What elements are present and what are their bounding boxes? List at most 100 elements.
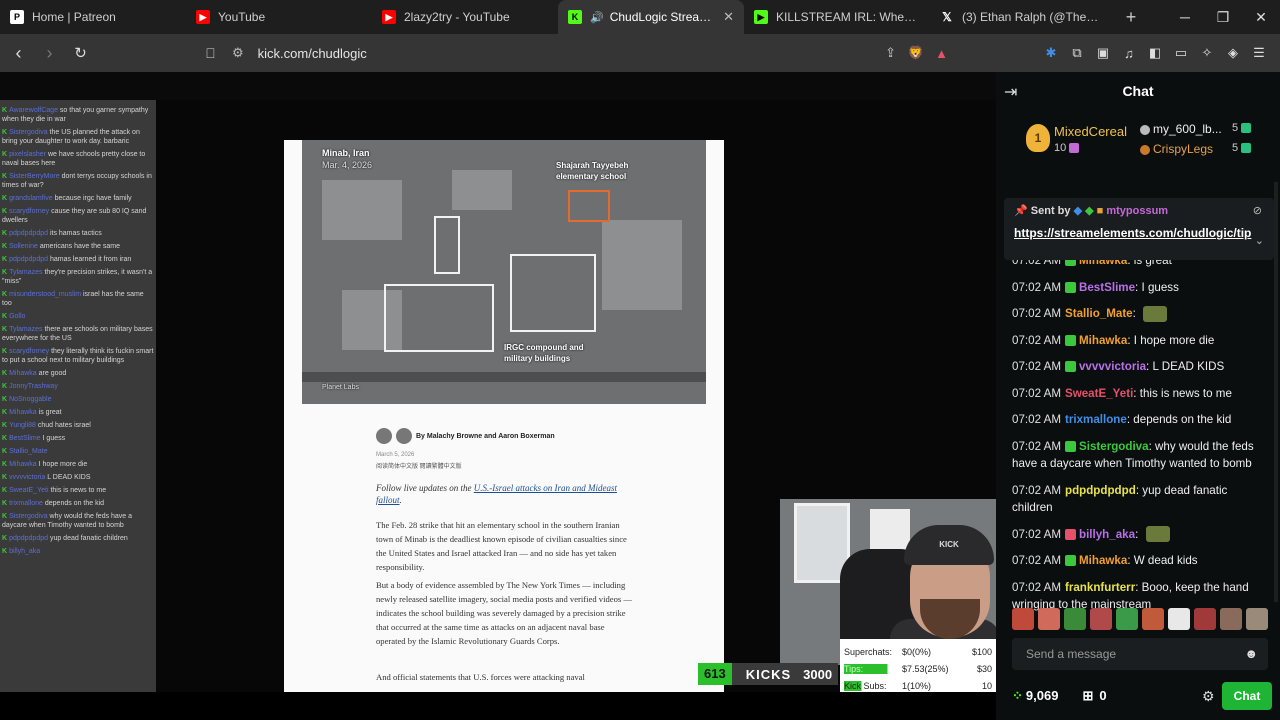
leader-third-name[interactable]: CrispyLegs xyxy=(1140,142,1213,156)
message-username[interactable]: Mihawka xyxy=(1079,334,1127,347)
message-username[interactable]: billyh_aka xyxy=(1079,528,1135,541)
chevron-down-icon[interactable]: ⌄ xyxy=(1255,234,1264,247)
collapse-chat-icon[interactable]: ⇥ xyxy=(1004,82,1017,102)
emote[interactable] xyxy=(1168,608,1190,630)
overlay-chat-user: pdpdpdpdpd xyxy=(9,230,48,237)
site-settings-icon[interactable]: ⚙ xyxy=(232,45,244,61)
minimize-icon[interactable]: ─ xyxy=(1166,0,1204,34)
chat-message: 07:02 AM Stallio_Mate: xyxy=(996,305,1280,323)
share-icon[interactable]: ⇪ xyxy=(885,45,896,61)
third-place-icon xyxy=(1140,144,1150,155)
chat-panel: ⇥ Chat 1 MixedCereal 10 my_600_lb... Cri… xyxy=(996,72,1280,720)
wallet-icon[interactable]: ▭ xyxy=(1172,45,1190,61)
gift-icon xyxy=(1241,143,1252,154)
message-username[interactable]: trixmallone xyxy=(1065,413,1127,426)
tab-2lazy2try[interactable]: ▶ 2lazy2try - YouTube xyxy=(372,0,558,34)
message-username[interactable]: Mihawka xyxy=(1079,554,1127,567)
emoji-icon[interactable]: ☻ xyxy=(1244,646,1258,661)
back-icon[interactable]: ‹ xyxy=(6,43,31,64)
close-window-icon[interactable]: ✕ xyxy=(1242,0,1280,34)
emote[interactable] xyxy=(1220,608,1242,630)
overlay-chat-line: Kscarydforney they literally think its f… xyxy=(2,347,154,365)
brave-rewards-icon[interactable]: ▲ xyxy=(935,46,948,61)
reload-icon[interactable]: ↻ xyxy=(68,44,93,62)
byline-text: By Malachy Browne and Aaron Boxerman xyxy=(416,432,555,440)
vpn-icon[interactable]: ◈ xyxy=(1224,45,1242,61)
emote[interactable] xyxy=(1142,608,1164,630)
overlay-chat-user: NoSnoggable xyxy=(9,396,52,403)
menu-icon[interactable]: ☰ xyxy=(1250,45,1268,61)
emote[interactable] xyxy=(1246,608,1268,630)
message-username[interactable]: vvvvvictoria xyxy=(1079,360,1146,373)
puzzle-icon[interactable]: ⧉ xyxy=(1068,45,1086,61)
tab-youtube[interactable]: ▶ YouTube xyxy=(186,0,372,34)
tab-killstream[interactable]: ▶KILLSTREAM IRL: When Ethan M xyxy=(744,0,930,34)
tab-ethan-ralph-x[interactable]: 𝕏(3) Ethan Ralph (@TheRalphRet xyxy=(930,0,1116,34)
emote[interactable] xyxy=(1064,608,1086,630)
gift-icon: ⊞ xyxy=(1082,688,1094,703)
kick-badge-icon: K xyxy=(2,129,8,136)
tab-patreon[interactable]: P Home | Patreon xyxy=(0,0,186,34)
overlay-chat-line: K Stallio_Mate xyxy=(2,447,154,456)
label-school: Shajarah Tayyebeh elementary school xyxy=(556,161,629,181)
kick-badge-icon: K xyxy=(2,383,8,390)
overlay-chat-user: vvvvvictoria xyxy=(9,474,46,481)
forward-icon[interactable]: › xyxy=(37,43,62,64)
pinned-link[interactable]: https://streamelements.com/chudlogic/tip xyxy=(1014,225,1251,242)
gift-count[interactable]: ⊞ 0 xyxy=(1082,688,1106,704)
stream-player[interactable]: K AwarewolfCage so that you garner sympat… xyxy=(0,72,996,692)
unpin-icon[interactable]: ⊘ xyxy=(1253,204,1262,217)
new-tab-button[interactable]: + xyxy=(1116,7,1146,28)
tab-chudlogic-active[interactable]: K🔊ChudLogic Stream - Wat✕ xyxy=(558,0,744,34)
emote[interactable] xyxy=(1090,608,1112,630)
overlay-chat-line: K NoSnoggable xyxy=(2,395,154,404)
kicks-label: KICKS xyxy=(745,666,792,682)
emote[interactable] xyxy=(1012,608,1034,630)
emote[interactable] xyxy=(1038,608,1060,630)
media-icon[interactable]: ♫ xyxy=(1120,46,1138,61)
leo-icon[interactable]: ✧ xyxy=(1198,45,1216,61)
chat-settings-icon[interactable]: ⚙ xyxy=(1202,688,1215,705)
message-username[interactable]: Sistergodiva xyxy=(1079,440,1149,453)
leader-second-name[interactable]: my_600_lb... xyxy=(1140,122,1222,136)
chat-input[interactable]: Send a message ☻ xyxy=(1012,638,1268,670)
overlay-chat-line: K Tylamazes there are schools on military… xyxy=(2,325,154,343)
chat-input-placeholder: Send a message xyxy=(1026,647,1117,661)
channel-points[interactable]: ⁘ 9,069 xyxy=(1012,688,1058,704)
message-username[interactable]: pdpdpdpdpd xyxy=(1065,484,1136,497)
screenshot-icon[interactable]: ▣ xyxy=(1094,45,1112,61)
stat-row: Tips: $7.53(25%) $30 xyxy=(844,663,992,674)
overlay-chat-line: Ktrixmallone depends on the kid xyxy=(2,499,154,508)
send-chat-button[interactable]: Chat xyxy=(1222,682,1272,710)
leader-first-name[interactable]: MixedCereal xyxy=(1054,124,1127,139)
pinned-message[interactable]: 📌 Sent by ◆ ◆ ■ mtypossum https://stream… xyxy=(1004,198,1274,260)
emote[interactable] xyxy=(1194,608,1216,630)
brave-shields-icon[interactable]: 🦁 xyxy=(908,45,924,61)
kick-badge-icon: K xyxy=(2,548,8,555)
pinned-user[interactable]: mtypossum xyxy=(1106,205,1168,217)
sidebar-icon[interactable]: ◧ xyxy=(1146,45,1164,61)
message-username[interactable]: Stallio_Mate xyxy=(1065,307,1133,320)
photo-location: Minab, Iran xyxy=(322,148,370,158)
chat-scrollbar[interactable] xyxy=(1274,182,1278,602)
emote[interactable] xyxy=(1116,608,1138,630)
stream-video[interactable]: K AwarewolfCage so that you garner sympat… xyxy=(0,100,996,692)
restore-icon[interactable]: ❐ xyxy=(1204,0,1242,34)
chat-message: 07:02 AM Mihawka: I hope more die xyxy=(1012,333,1215,347)
message-username[interactable]: BestSlime xyxy=(1079,281,1135,294)
address-field[interactable]: ⚙ kick.com/chudlogic ⇪ 🦁 ▲ xyxy=(222,39,962,67)
message-username[interactable]: SweatE_Yeti xyxy=(1065,387,1133,400)
chat-message: 07:02 AM Mihawka: W dead kids xyxy=(1012,554,1198,567)
close-tab-icon[interactable]: ✕ xyxy=(723,9,734,25)
kick-badge-icon: K xyxy=(2,313,8,320)
bookmark-icon[interactable]: ⎕ xyxy=(198,45,223,62)
extension-icon[interactable]: ✱ xyxy=(1042,45,1060,61)
overlay-chat-user: SweatE_Yeti xyxy=(9,487,49,494)
kick-badge-icon: K xyxy=(2,474,8,481)
message-username[interactable]: franknfurterr xyxy=(1065,581,1135,594)
overlay-chat-user: scarydforney xyxy=(9,348,50,355)
emote-quick-row xyxy=(1012,608,1268,630)
overlay-chat-line: Kscarydforney cause they are sub 80 IQ s… xyxy=(2,207,154,225)
overlay-chat-text: americans have the same xyxy=(39,243,120,250)
overlay-chat-line: K Sistergodiva the US planned the attack … xyxy=(2,128,154,146)
